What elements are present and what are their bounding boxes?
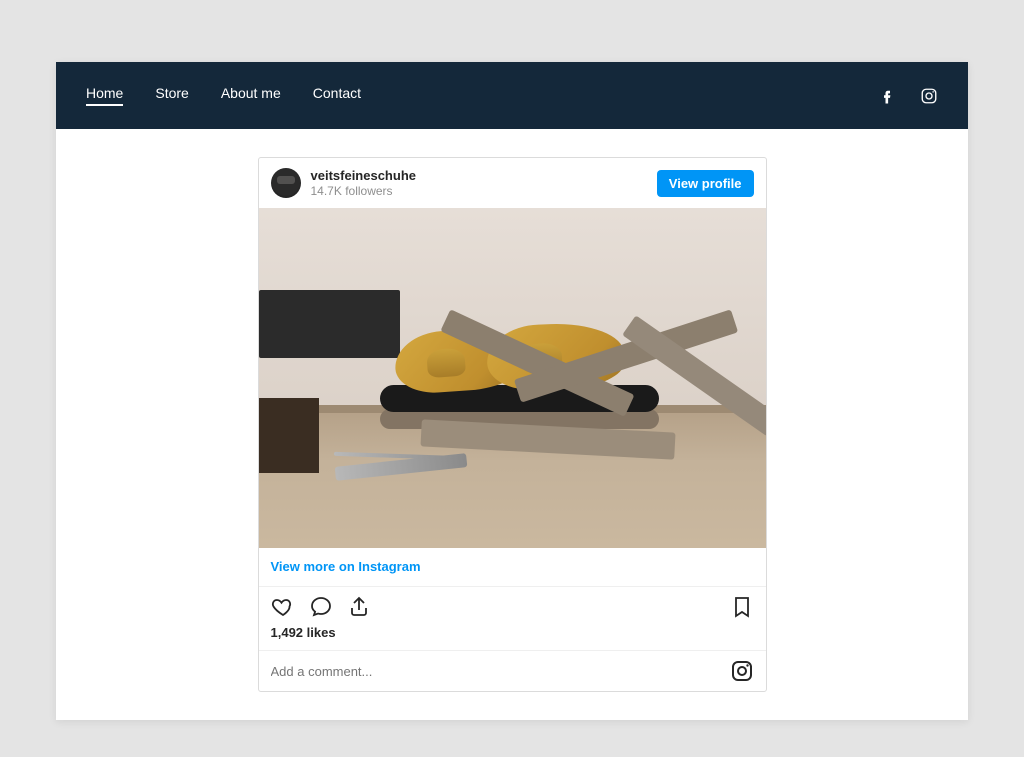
top-navbar: Home Store About me Contact — [56, 62, 968, 129]
view-profile-button[interactable]: View profile — [657, 170, 754, 197]
insta-header: veitsfeineschuhe 14.7K followers View pr… — [259, 158, 766, 208]
instagram-logo-icon[interactable] — [730, 659, 754, 683]
instagram-icon[interactable] — [920, 87, 938, 105]
nav-contact[interactable]: Contact — [313, 85, 361, 106]
view-more-link[interactable]: View more on Instagram — [271, 559, 421, 574]
insta-username[interactable]: veitsfeineschuhe — [311, 168, 647, 184]
nav-store[interactable]: Store — [155, 85, 188, 106]
comment-input[interactable] — [271, 664, 720, 679]
insta-post-image[interactable] — [259, 208, 766, 548]
nav-links: Home Store About me Contact — [86, 85, 361, 106]
view-more-bar: View more on Instagram — [259, 548, 766, 586]
page-content: veitsfeineschuhe 14.7K followers View pr… — [56, 129, 968, 720]
facebook-icon[interactable] — [878, 87, 896, 105]
insta-followers: 14.7K followers — [311, 184, 647, 198]
avatar[interactable] — [271, 168, 301, 198]
instagram-embed-card: veitsfeineschuhe 14.7K followers View pr… — [258, 157, 767, 692]
nav-about[interactable]: About me — [221, 85, 281, 106]
like-icon[interactable] — [271, 595, 295, 619]
share-icon[interactable] — [347, 595, 371, 619]
insta-user-block: veitsfeineschuhe 14.7K followers — [311, 168, 647, 198]
nav-social-icons — [878, 87, 938, 105]
nav-home[interactable]: Home — [86, 85, 123, 106]
comment-icon[interactable] — [309, 595, 333, 619]
insta-actions — [259, 586, 766, 625]
likes-count[interactable]: 1,492 likes — [259, 625, 766, 650]
page-container: Home Store About me Contact veitsfeinesc… — [56, 62, 968, 720]
bookmark-icon[interactable] — [730, 595, 754, 619]
comment-row — [259, 650, 766, 691]
